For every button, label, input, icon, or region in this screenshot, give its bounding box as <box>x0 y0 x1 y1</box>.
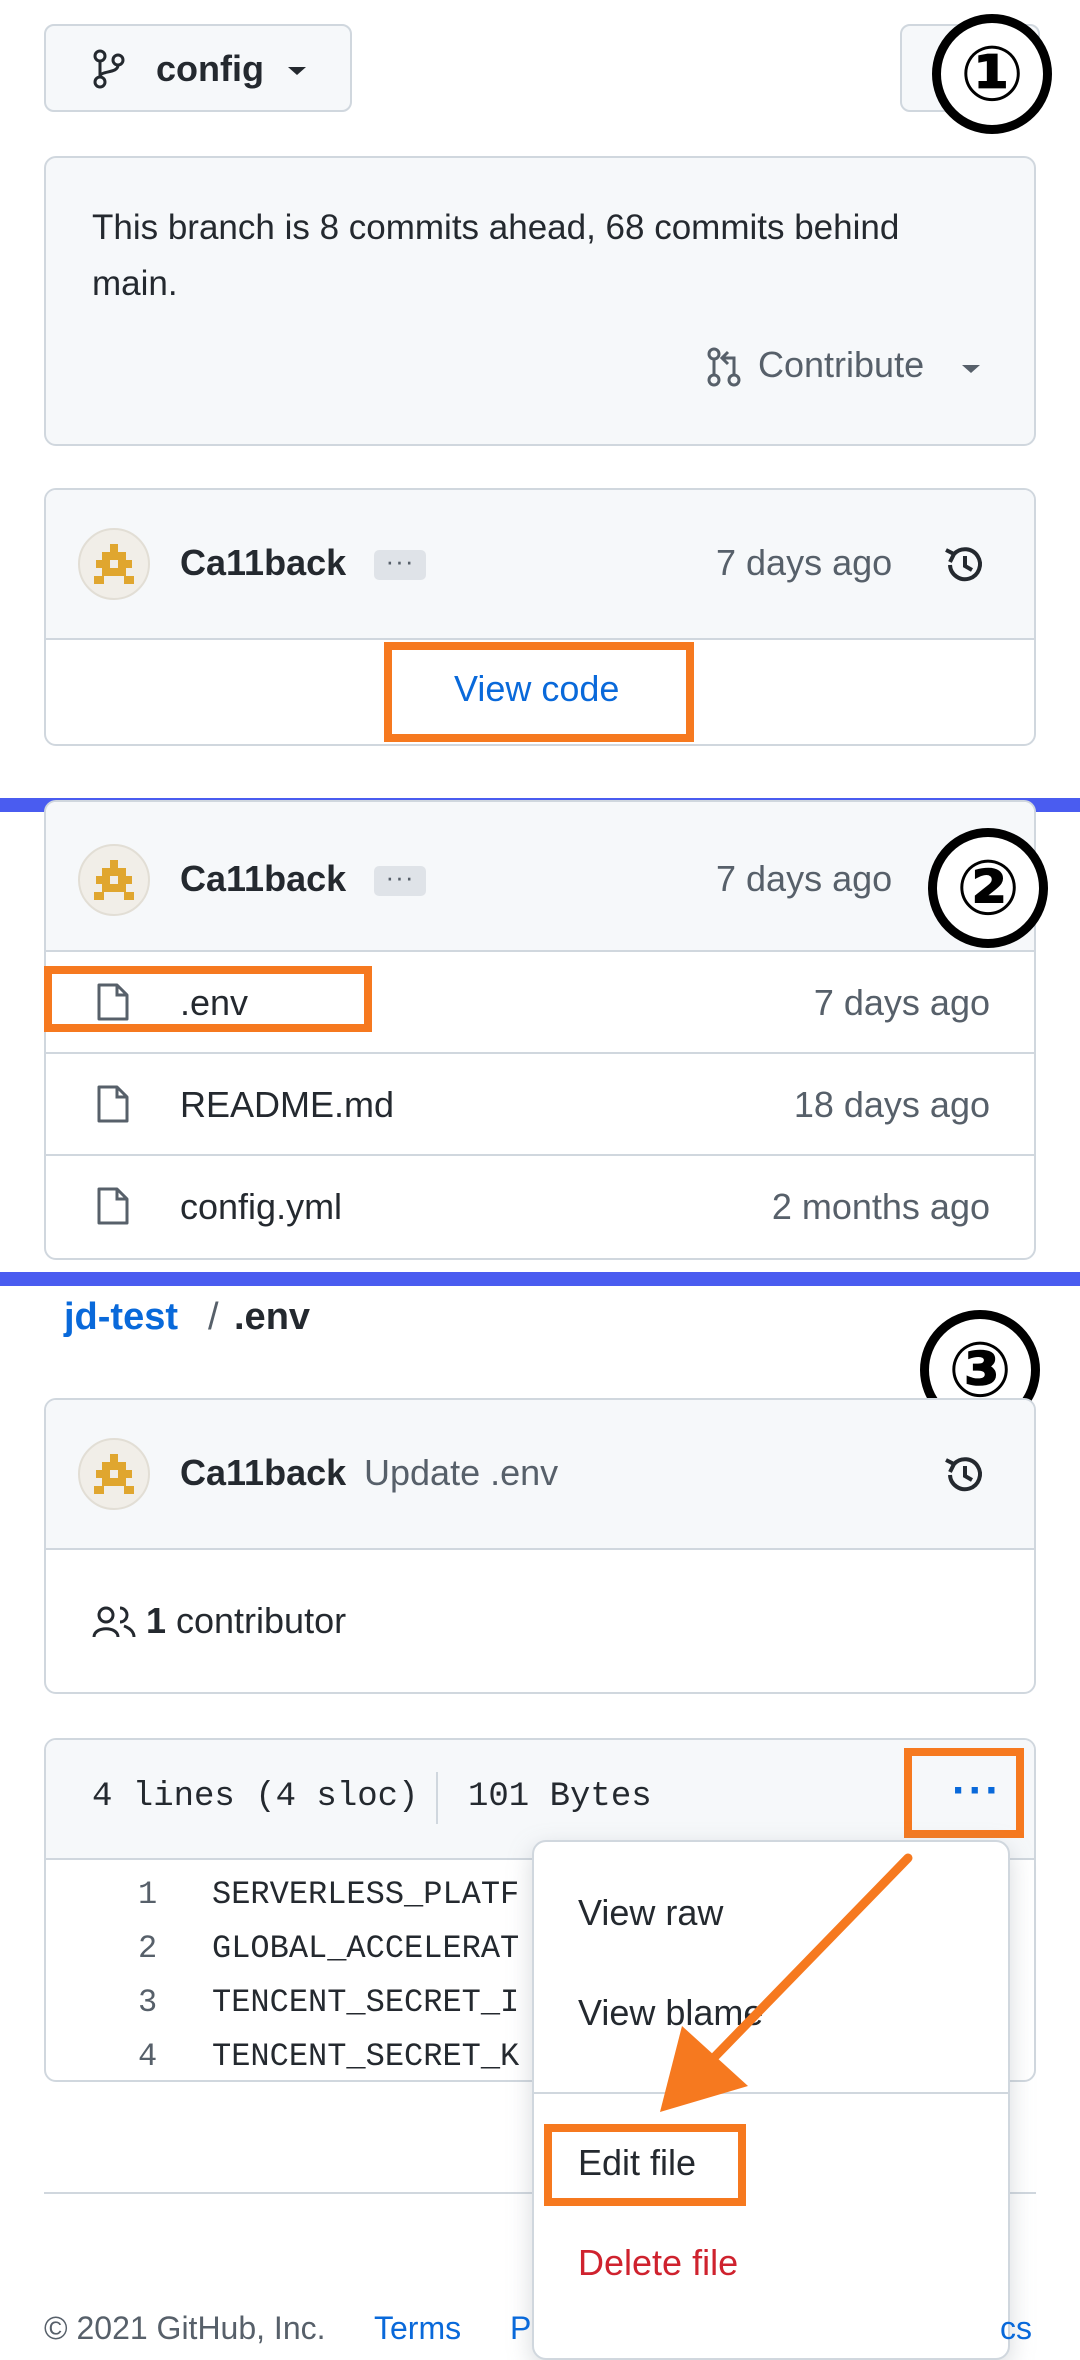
avatar <box>78 1438 150 1510</box>
breadcrumb-file: .env <box>234 1296 311 1338</box>
history-icon[interactable] <box>942 1452 988 1503</box>
people-icon <box>92 1604 136 1645</box>
step-marker-1: ① <box>932 14 1052 134</box>
file-time: 7 days ago <box>813 982 990 1023</box>
divider <box>46 1548 1034 1550</box>
annotation-highlight-more-actions <box>904 1748 1024 1838</box>
commit-author[interactable]: Ca11back <box>180 1452 346 1494</box>
line-number: 1 <box>138 1876 158 1913</box>
git-branch-icon <box>92 48 126 95</box>
avatar <box>78 844 150 916</box>
file-line-count: 4 lines (4 sloc) <box>92 1778 419 1816</box>
commit-author[interactable]: Ca11back <box>180 542 346 584</box>
footer-trailing-link[interactable]: cs <box>1000 2310 1032 2347</box>
menu-item-delete-file[interactable]: Delete file <box>578 2242 738 2284</box>
file-size: 101 Bytes <box>468 1778 652 1816</box>
contributor-label[interactable]: contributor <box>176 1600 346 1642</box>
file-name[interactable]: config.yml <box>180 1186 342 1228</box>
commit-message-toggle[interactable]: ··· <box>374 548 426 580</box>
file-time: 18 days ago <box>793 1084 990 1125</box>
divider <box>436 1772 438 1824</box>
file-commit-card: Ca11back Update .env 1 contributor <box>44 1398 1036 1694</box>
history-icon[interactable] <box>942 542 988 593</box>
list-item[interactable]: config.yml 2 months ago <box>46 1156 1034 1256</box>
code-text: TENCENT_SECRET_K <box>212 2038 520 2075</box>
file-icon <box>96 1186 130 1231</box>
annotation-highlight-view-code <box>384 642 694 742</box>
line-number: 4 <box>138 2038 158 2075</box>
file-name[interactable]: README.md <box>180 1084 394 1126</box>
breadcrumb-separator: / <box>208 1296 219 1338</box>
avatar <box>78 528 150 600</box>
commit-time: 7 days ago <box>716 858 893 899</box>
footer-privacy-link[interactable]: P <box>510 2310 531 2347</box>
line-number: 3 <box>138 1984 158 2021</box>
pull-request-icon <box>706 346 742 393</box>
footer-terms-link[interactable]: Terms <box>374 2310 461 2347</box>
line-number: 2 <box>138 1930 158 1967</box>
annotation-arrow <box>660 1853 913 2112</box>
step-marker-2: ② <box>928 828 1048 948</box>
contributor-count: 1 <box>146 1600 167 1641</box>
commit-time: 7 days ago <box>716 542 893 583</box>
chevron-down-icon <box>960 362 982 380</box>
commit-message[interactable]: Update .env <box>364 1452 558 1494</box>
divider <box>46 638 1034 640</box>
code-text: SERVERLESS_PLATF <box>212 1876 520 1913</box>
section-divider-2 <box>0 1272 1080 1286</box>
code-text: TENCENT_SECRET_I <box>212 1984 520 2021</box>
annotation-highlight-env-file <box>44 966 372 1032</box>
commit-author[interactable]: Ca11back <box>180 858 346 900</box>
commit-header: Ca11back ··· 7 days ago <box>46 490 1034 640</box>
contribute-dropdown[interactable]: Contribute <box>706 342 1006 392</box>
chevron-down-icon <box>286 64 308 82</box>
list-item[interactable]: README.md 18 days ago <box>46 1054 1034 1154</box>
commit-header: Ca11back Update .env <box>46 1400 1034 1550</box>
commit-header: Ca11back ··· 7 days ago <box>46 802 1034 952</box>
code-text: GLOBAL_ACCELERAT <box>212 1930 520 1967</box>
contribute-label: Contribute <box>758 344 925 385</box>
branch-name: config <box>156 48 264 89</box>
branch-selector-button[interactable]: config <box>44 24 352 112</box>
commit-message-toggle[interactable]: ··· <box>374 864 426 896</box>
branch-status-text-line2: main. <box>92 264 178 303</box>
breadcrumb-repo[interactable]: jd-test <box>64 1296 178 1339</box>
footer-copyright: © 2021 GitHub, Inc. <box>44 2310 326 2346</box>
file-icon <box>96 1084 130 1129</box>
branch-status-panel: This branch is 8 commits ahead, 68 commi… <box>44 156 1036 446</box>
annotation-highlight-edit-file <box>544 2124 746 2206</box>
branch-status-text-line1: This branch is 8 commits ahead, 68 commi… <box>92 208 900 247</box>
file-time: 2 months ago <box>771 1186 990 1227</box>
